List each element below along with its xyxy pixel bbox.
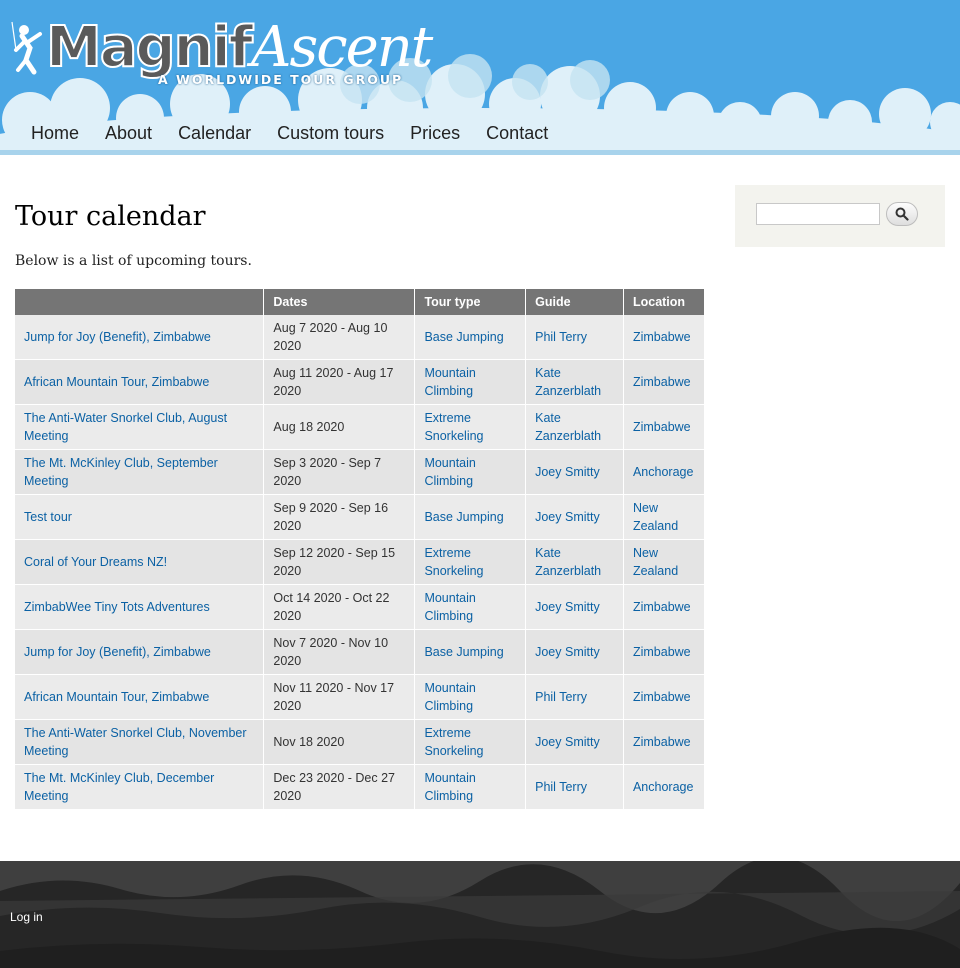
- column-header-tour-type[interactable]: Tour type: [414, 289, 527, 315]
- column-header-name: [15, 289, 265, 315]
- tour-type-link[interactable]: Extreme Snorkeling: [414, 404, 527, 450]
- tour-guide-link[interactable]: Joey Smitty: [525, 584, 624, 630]
- tour-guide-link[interactable]: Kate Zanzerblath: [525, 359, 624, 405]
- tour-type-link[interactable]: Mountain Climbing: [414, 449, 527, 495]
- tour-dates: Aug 7 2020 - Aug 10 2020: [263, 315, 416, 360]
- column-header-dates[interactable]: Dates: [263, 289, 416, 315]
- tour-name-link[interactable]: Jump for Joy (Benefit), Zimbabwe: [15, 315, 265, 360]
- tour-dates: Aug 11 2020 - Aug 17 2020: [263, 359, 416, 405]
- tour-type-link[interactable]: Extreme Snorkeling: [414, 539, 527, 585]
- tour-location-link[interactable]: Zimbabwe: [623, 584, 706, 630]
- main-nav: Home About Calendar Custom tours Prices …: [18, 118, 561, 148]
- tour-type-link[interactable]: Base Jumping: [414, 315, 527, 360]
- tour-dates: Sep 3 2020 - Sep 7 2020: [263, 449, 416, 495]
- tour-dates: Nov 11 2020 - Nov 17 2020: [263, 674, 416, 720]
- tour-name-link[interactable]: The Anti-Water Snorkel Club, August Meet…: [15, 404, 265, 450]
- tour-dates: Nov 18 2020: [263, 719, 416, 765]
- tour-guide-link[interactable]: Joey Smitty: [525, 449, 624, 495]
- tour-dates: Nov 7 2020 - Nov 10 2020: [263, 629, 416, 675]
- tour-table: Dates Tour type Guide Location Jump for …: [15, 289, 706, 810]
- table-row: African Mountain Tour, Zimbabwe Nov 11 20…: [15, 674, 706, 720]
- tour-dates: Sep 9 2020 - Sep 16 2020: [263, 494, 416, 540]
- table-row: Jump for Joy (Benefit), Zimbabwe Nov 7 20…: [15, 629, 706, 675]
- site-header: MagnifAscent A WORLDWIDE TOUR GROUP Home…: [0, 0, 960, 155]
- site-footer: Log in: [0, 861, 960, 968]
- tour-location-link[interactable]: Zimbabwe: [623, 719, 706, 765]
- table-row: The Mt. McKinley Club, September Meeting…: [15, 449, 706, 495]
- tour-guide-link[interactable]: Phil Terry: [525, 315, 624, 360]
- nav-item-about[interactable]: About: [92, 118, 165, 148]
- tour-type-link[interactable]: Extreme Snorkeling: [414, 719, 527, 765]
- tour-name-link[interactable]: The Mt. McKinley Club, September Meeting: [15, 449, 265, 495]
- table-row: The Mt. McKinley Club, December Meeting D…: [15, 764, 706, 810]
- tour-guide-link[interactable]: Phil Terry: [525, 764, 624, 810]
- tour-dates: Oct 14 2020 - Oct 22 2020: [263, 584, 416, 630]
- tour-location-link[interactable]: Zimbabwe: [623, 629, 706, 675]
- tour-name-link[interactable]: The Mt. McKinley Club, December Meeting: [15, 764, 265, 810]
- climber-icon: [11, 21, 42, 75]
- logo-wordmark: MagnifAscent: [45, 15, 433, 80]
- tour-name-link[interactable]: Coral of Your Dreams NZ!: [15, 539, 265, 585]
- tour-guide-link[interactable]: Joey Smitty: [525, 494, 624, 540]
- tour-guide-link[interactable]: Phil Terry: [525, 674, 624, 720]
- tour-guide-link[interactable]: Joey Smitty: [525, 629, 624, 675]
- tour-name-link[interactable]: African Mountain Tour, Zimbabwe: [15, 674, 265, 720]
- nav-item-prices[interactable]: Prices: [397, 118, 473, 148]
- table-header-row: Dates Tour type Guide Location: [15, 289, 706, 315]
- footer-texture: [0, 861, 960, 968]
- tour-name-link[interactable]: ZimbabWee Tiny Tots Adventures: [15, 584, 265, 630]
- tour-location-link[interactable]: New Zealand: [623, 494, 706, 540]
- tour-type-link[interactable]: Mountain Climbing: [414, 359, 527, 405]
- column-header-guide[interactable]: Guide: [525, 289, 624, 315]
- logo-wordmark-part-1: Magnif: [45, 15, 254, 80]
- page-intro: Below is a list of upcoming tours.: [15, 253, 252, 269]
- tour-location-link[interactable]: Zimbabwe: [623, 674, 706, 720]
- column-header-location[interactable]: Location: [623, 289, 706, 315]
- sidebar-search-block: [735, 185, 945, 247]
- tour-guide-link[interactable]: Joey Smitty: [525, 719, 624, 765]
- table-row: The Anti-Water Snorkel Club, August Meet…: [15, 404, 706, 450]
- table-row: African Mountain Tour, Zimbabwe Aug 11 20…: [15, 359, 706, 405]
- tour-location-link[interactable]: Zimbabwe: [623, 315, 706, 360]
- tour-name-link[interactable]: The Anti-Water Snorkel Club, November Me…: [15, 719, 265, 765]
- tour-name-link[interactable]: Jump for Joy (Benefit), Zimbabwe: [15, 629, 265, 675]
- table-row: The Anti-Water Snorkel Club, November Me…: [15, 719, 706, 765]
- tour-type-link[interactable]: Base Jumping: [414, 494, 527, 540]
- tour-type-link[interactable]: Base Jumping: [414, 629, 527, 675]
- tour-type-link[interactable]: Mountain Climbing: [414, 674, 527, 720]
- search-input[interactable]: [756, 203, 880, 225]
- table-row: Jump for Joy (Benefit), Zimbabwe Aug 7 20…: [15, 315, 706, 360]
- page-title: Tour calendar: [15, 201, 206, 232]
- search-button[interactable]: [886, 202, 918, 226]
- tour-location-link[interactable]: Zimbabwe: [623, 404, 706, 450]
- tour-name-link[interactable]: African Mountain Tour, Zimbabwe: [15, 359, 265, 405]
- nav-item-custom-tours[interactable]: Custom tours: [264, 118, 397, 148]
- tour-dates: Sep 12 2020 - Sep 15 2020: [263, 539, 416, 585]
- tour-table-body: Jump for Joy (Benefit), Zimbabwe Aug 7 20…: [15, 315, 706, 810]
- tour-type-link[interactable]: Mountain Climbing: [414, 584, 527, 630]
- table-row: Test tour Sep 9 2020 - Sep 16 2020 Base Ju…: [15, 494, 706, 540]
- search-icon: [895, 207, 909, 221]
- tour-location-link[interactable]: New Zealand: [623, 539, 706, 585]
- tour-guide-link[interactable]: Kate Zanzerblath: [525, 539, 624, 585]
- tour-dates: Aug 18 2020: [263, 404, 416, 450]
- table-row: ZimbabWee Tiny Tots Adventures Oct 14 202…: [15, 584, 706, 630]
- nav-item-contact[interactable]: Contact: [473, 118, 561, 148]
- tour-guide-link[interactable]: Kate Zanzerblath: [525, 404, 624, 450]
- login-link[interactable]: Log in: [10, 910, 43, 924]
- table-row: Coral of Your Dreams NZ! Sep 12 2020 - Se…: [15, 539, 706, 585]
- tour-name-link[interactable]: Test tour: [15, 494, 265, 540]
- nav-item-home[interactable]: Home: [18, 118, 92, 148]
- logo-wordmark-part-2: Ascent: [251, 15, 433, 80]
- logo-tagline: A WORLDWIDE TOUR GROUP: [158, 72, 404, 87]
- nav-item-calendar[interactable]: Calendar: [165, 118, 264, 148]
- tour-location-link[interactable]: Anchorage: [623, 449, 706, 495]
- tour-location-link[interactable]: Zimbabwe: [623, 359, 706, 405]
- site-logo[interactable]: MagnifAscent A WORLDWIDE TOUR GROUP: [10, 14, 433, 94]
- tour-type-link[interactable]: Mountain Climbing: [414, 764, 527, 810]
- tour-dates: Dec 23 2020 - Dec 27 2020: [263, 764, 416, 810]
- tour-location-link[interactable]: Anchorage: [623, 764, 706, 810]
